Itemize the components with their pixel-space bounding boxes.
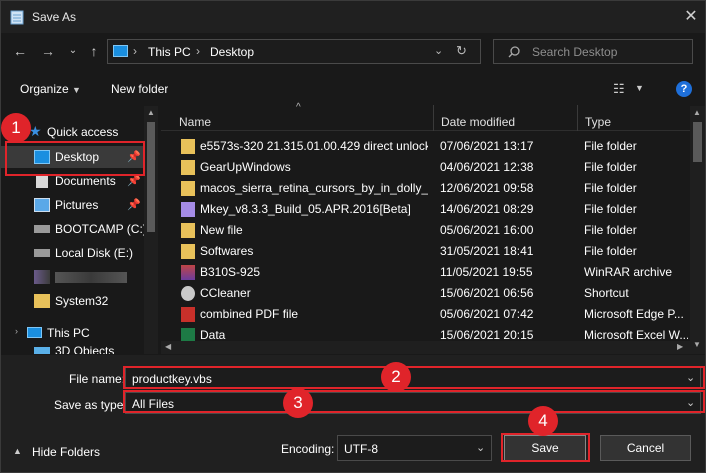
file-date: 14/06/2021 08:29: [440, 202, 534, 216]
file-name: Mkey_v8.3.3_Build_05.APR.2016[Beta]: [200, 202, 411, 216]
collapse-chevron-icon[interactable]: ▲: [13, 446, 22, 456]
file-name: CCleaner: [200, 286, 251, 300]
horizontal-scrollbar[interactable]: ◀ ▶: [161, 341, 690, 354]
file-type: WinRAR archive: [584, 265, 673, 279]
file-name: combined PDF file: [200, 307, 299, 321]
file-name: Data: [200, 328, 226, 341]
file-row[interactable]: combined PDF file 05/06/2021 07:42 Microso…: [173, 304, 688, 325]
file-name: GearUpWindows: [200, 160, 291, 174]
winrar-icon: [181, 265, 195, 280]
file-name: Softwares: [200, 244, 254, 258]
scroll-left-icon[interactable]: ◀: [165, 342, 171, 351]
callout-badge-4: 4: [528, 406, 558, 436]
3d-objects-icon: [34, 347, 50, 354]
file-row[interactable]: Mkey_v8.3.3_Build_05.APR.2016[Beta] 14/06…: [173, 199, 688, 220]
file-date: 07/06/2021 13:17: [440, 139, 534, 153]
file-name-label: File name:: [69, 372, 126, 386]
file-row[interactable]: Softwares 31/05/2021 18:41 File folder: [173, 241, 688, 262]
folder-icon: [181, 244, 195, 259]
file-type: File folder: [584, 139, 637, 153]
excel-icon: [181, 328, 195, 341]
file-row[interactable]: CCleaner 15/06/2021 06:56 Shortcut: [173, 283, 688, 304]
hide-folders-button[interactable]: Hide Folders: [32, 445, 100, 459]
file-type: Microsoft Excel W...: [584, 328, 688, 341]
file-type: File folder: [584, 202, 637, 216]
callout-badge-1: 1: [1, 113, 31, 143]
file-date: 31/05/2021 18:41: [440, 244, 534, 258]
folder-icon: [181, 181, 195, 196]
purple-folder-icon: [181, 202, 195, 217]
scroll-up-icon[interactable]: ▲: [693, 108, 701, 117]
file-row[interactable]: e5573s-320 21.315.01.00.429 direct unloc…: [173, 136, 688, 157]
desktop-highlight: [5, 141, 145, 176]
encoding-select[interactable]: UTF-8 ⌄: [337, 435, 492, 461]
save-as-dialog: Save As ✕ ← → ⌄ ↑ › This PC › Desktop ⌄ …: [0, 0, 706, 473]
folder-icon: [181, 160, 195, 175]
file-row[interactable]: New file 05/06/2021 16:00 File folder: [173, 220, 688, 241]
file-type: Shortcut: [584, 286, 629, 300]
sidebar-label: 3D Objects: [55, 345, 115, 354]
scroll-right-icon[interactable]: ▶: [677, 342, 683, 351]
file-list-scrollbar[interactable]: ▲ ▼: [690, 106, 705, 354]
scroll-down-icon[interactable]: ▼: [693, 340, 701, 349]
file-name: New file: [200, 223, 243, 237]
file-name: e5573s-320 21.315.01.00.429 direct unloc…: [200, 139, 428, 153]
file-type: File folder: [584, 181, 637, 195]
encoding-dropdown-icon[interactable]: ⌄: [476, 441, 485, 454]
file-row[interactable]: GearUpWindows 04/06/2021 12:38 File folder: [173, 157, 688, 178]
save-type-highlight: [123, 390, 705, 413]
save-button-highlight: [501, 433, 590, 462]
file-name-highlight: [123, 366, 705, 389]
file-row[interactable]: macos_sierra_retina_cursors_by_in_dolly_…: [173, 178, 688, 199]
callout-badge-2: 2: [381, 362, 411, 392]
file-type: File folder: [584, 244, 637, 258]
file-date: 15/06/2021 06:56: [440, 286, 534, 300]
file-row[interactable]: B310S-925 11/05/2021 19:55 WinRAR archive: [173, 262, 688, 283]
encoding-label: Encoding:: [281, 442, 335, 456]
file-type: File folder: [584, 160, 637, 174]
folder-icon: [181, 139, 195, 154]
encoding-value: UTF-8: [344, 442, 378, 456]
folder-icon: [181, 223, 195, 238]
file-list-scroll-thumb[interactable]: [693, 122, 702, 162]
file-type: File folder: [584, 223, 637, 237]
ccleaner-icon: [181, 286, 195, 301]
file-date: 15/06/2021 20:15: [440, 328, 534, 341]
file-type: Microsoft Edge P...: [584, 307, 684, 321]
file-name: B310S-925: [200, 265, 261, 279]
file-date: 11/05/2021 19:55: [440, 265, 533, 279]
file-row[interactable]: Data 15/06/2021 20:15 Microsoft Excel W...: [173, 325, 688, 341]
save-as-type-label: Save as type:: [54, 398, 127, 412]
pdf-icon: [181, 307, 195, 322]
sidebar-item-3d-objects[interactable]: 3D Objects: [1, 345, 143, 354]
file-date: 04/06/2021 12:38: [440, 160, 534, 174]
file-date: 05/06/2021 07:42: [440, 307, 534, 321]
callout-badge-3: 3: [283, 388, 313, 418]
cancel-button[interactable]: Cancel: [600, 435, 691, 461]
file-name: macos_sierra_retina_cursors_by_in_dolly_…: [200, 181, 428, 195]
file-date: 05/06/2021 16:00: [440, 223, 534, 237]
file-date: 12/06/2021 09:58: [440, 181, 534, 195]
